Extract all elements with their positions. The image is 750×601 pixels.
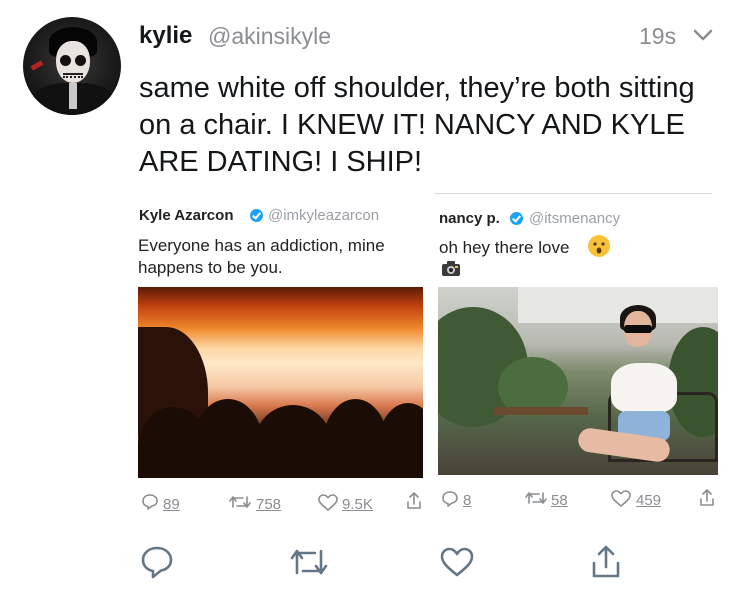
- cafe-photo: [438, 287, 718, 475]
- left-reply-count: 89: [163, 496, 180, 513]
- right-like-count: 459: [636, 492, 662, 509]
- right-card-name: nancy p.: [439, 210, 500, 227]
- heart-icon: [611, 490, 631, 507]
- reply-icon: [142, 494, 158, 510]
- left-retweet-count: 758: [256, 496, 282, 513]
- avatar[interactable]: [23, 17, 121, 115]
- chevron-down-icon[interactable]: [692, 27, 714, 43]
- left-card-text-line1: Everyone has an addiction, mine: [138, 236, 385, 255]
- tweet-timestamp: 19s: [639, 23, 677, 49]
- tweet-text: same white off shoulder, they’re both si…: [139, 72, 695, 178]
- share-icon[interactable]: [591, 543, 621, 579]
- right-retweet-count: 58: [551, 492, 568, 509]
- reply-icon: [442, 491, 458, 507]
- author-name[interactable]: kylie: [139, 22, 192, 50]
- left-like-count: 9.5K: [342, 496, 373, 513]
- card-divider: [434, 193, 712, 194]
- surprised-face-emoji-icon: [588, 235, 610, 257]
- reply-icon[interactable]: [139, 544, 175, 580]
- sunset-photo: [138, 287, 423, 478]
- left-card-name: Kyle Azarcon: [139, 207, 234, 224]
- right-reply-count: 8: [463, 492, 472, 509]
- heart-icon[interactable]: [439, 546, 475, 578]
- share-icon: [407, 492, 421, 509]
- share-icon: [700, 489, 714, 506]
- retweet-icon: [525, 492, 547, 504]
- right-card-text: oh hey there love: [439, 238, 570, 257]
- left-card-handle: @imkyleazarcon: [268, 207, 380, 224]
- retweet-icon: [229, 496, 251, 508]
- author-handle[interactable]: @akinsikyle: [208, 23, 331, 50]
- right-card-handle: @itsmenancy: [529, 210, 621, 227]
- verified-badge-icon: [510, 212, 523, 225]
- verified-badge-icon: [250, 209, 263, 222]
- heart-icon: [318, 494, 338, 511]
- left-card-text-line2: happens to be you.: [138, 258, 283, 277]
- retweet-icon[interactable]: [288, 546, 330, 578]
- camera-emoji-icon: [442, 261, 460, 276]
